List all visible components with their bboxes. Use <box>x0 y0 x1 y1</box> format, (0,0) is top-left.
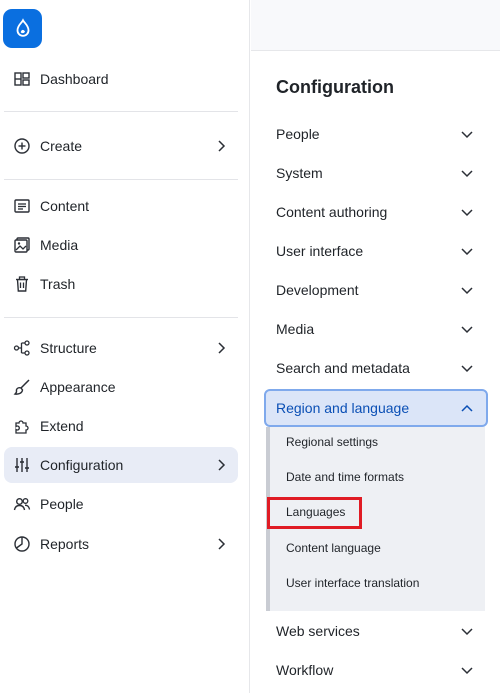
config-item-workflow[interactable]: Workflow <box>268 652 486 688</box>
trash-icon <box>13 275 31 293</box>
config-item-label: Development <box>276 282 359 298</box>
sidebar-item-media[interactable]: Media <box>4 227 238 263</box>
chevron-down-icon <box>460 361 474 375</box>
sidebar-item-content[interactable]: Content <box>4 188 238 224</box>
sidebar-divider <box>4 111 238 112</box>
sidebar-item-label: People <box>40 496 84 512</box>
plus-circle-icon <box>13 137 31 155</box>
chevron-down-icon <box>460 624 474 638</box>
config-item-label: Media <box>276 321 315 337</box>
chevron-down-icon <box>460 322 474 336</box>
sidebar-item-trash[interactable]: Trash <box>4 266 238 302</box>
config-item-search-and-metadata[interactable]: Search and metadata <box>268 350 486 386</box>
sidebar-divider <box>4 179 238 180</box>
config-item-content-authoring[interactable]: Content authoring <box>268 194 486 230</box>
submenu-item-regional-settings[interactable]: Regional settings <box>286 435 378 449</box>
config-item-label: Web services <box>276 623 360 639</box>
dashboard-icon <box>13 70 31 88</box>
submenu-item-date-time-formats[interactable]: Date and time formats <box>286 470 404 484</box>
sidebar-item-create[interactable]: Create <box>4 128 238 164</box>
config-item-label: Content authoring <box>276 204 388 220</box>
chevron-down-icon <box>460 283 474 297</box>
pie-chart-icon <box>13 535 31 553</box>
config-item-web-services[interactable]: Web services <box>268 613 486 649</box>
sidebar-item-label: Dashboard <box>40 71 109 87</box>
chevron-down-icon <box>460 166 474 180</box>
config-item-label: Workflow <box>276 662 334 678</box>
structure-icon <box>13 339 31 357</box>
drupal-logo-icon[interactable] <box>3 9 42 48</box>
sidebar-item-structure[interactable]: Structure <box>4 330 238 366</box>
config-item-development[interactable]: Development <box>268 272 486 308</box>
top-bar <box>251 0 500 51</box>
submenu-item-content-language[interactable]: Content language <box>286 541 381 555</box>
chevron-right-icon <box>214 139 228 153</box>
puzzle-icon <box>13 417 31 435</box>
sidebar-item-label: Configuration <box>40 457 124 473</box>
chevron-down-icon <box>460 663 474 677</box>
sidebar-item-configuration[interactable]: Configuration <box>4 447 238 483</box>
image-icon <box>13 236 31 254</box>
chevron-down-icon <box>460 244 474 258</box>
submenu-item-ui-translation[interactable]: User interface translation <box>286 576 419 590</box>
chevron-right-icon <box>214 458 228 472</box>
sidebar-item-label: Reports <box>40 536 90 552</box>
config-item-label: Region and language <box>276 400 410 416</box>
region-language-submenu: Regional settings Date and time formats … <box>266 427 485 611</box>
config-item-label: User interface <box>276 243 364 259</box>
chevron-right-icon <box>214 537 228 551</box>
config-item-system[interactable]: System <box>268 155 486 191</box>
sidebar-item-label: Media <box>40 237 79 253</box>
chevron-down-icon <box>460 127 474 141</box>
config-item-media[interactable]: Media <box>268 311 486 347</box>
document-icon <box>13 197 31 215</box>
sidebar-item-label: Structure <box>40 340 97 356</box>
sidebar-item-appearance[interactable]: Appearance <box>4 369 238 405</box>
sidebar-item-label: Extend <box>40 418 84 434</box>
chevron-up-icon <box>460 402 474 416</box>
sidebar-item-extend[interactable]: Extend <box>4 408 238 444</box>
config-item-label: People <box>276 126 320 142</box>
sidebar-item-people[interactable]: People <box>4 486 238 522</box>
sidebar-divider <box>4 317 238 318</box>
sidebar-item-label: Trash <box>40 276 76 292</box>
config-item-label: System <box>276 165 323 181</box>
sidebar-item-label: Appearance <box>40 379 116 395</box>
sidebar-item-label: Create <box>40 138 83 154</box>
sidebar-item-dashboard[interactable]: Dashboard <box>4 61 238 97</box>
chevron-down-icon <box>460 205 474 219</box>
sidebar-item-label: Content <box>40 198 90 214</box>
config-item-label: Search and metadata <box>276 360 410 376</box>
brush-icon <box>13 378 31 396</box>
chevron-right-icon <box>214 341 228 355</box>
sliders-icon <box>13 456 31 474</box>
people-icon <box>13 495 31 513</box>
sidebar-item-reports[interactable]: Reports <box>4 526 238 562</box>
admin-sidebar: Dashboard Create Content Media Trash Str… <box>0 0 250 693</box>
panel-title: Configuration <box>276 77 394 97</box>
config-item-region-and-language[interactable]: Region and language <box>264 389 488 427</box>
config-item-user-interface[interactable]: User interface <box>268 233 486 269</box>
config-item-people[interactable]: People <box>268 116 486 152</box>
submenu-item-languages[interactable]: Languages <box>286 505 345 519</box>
